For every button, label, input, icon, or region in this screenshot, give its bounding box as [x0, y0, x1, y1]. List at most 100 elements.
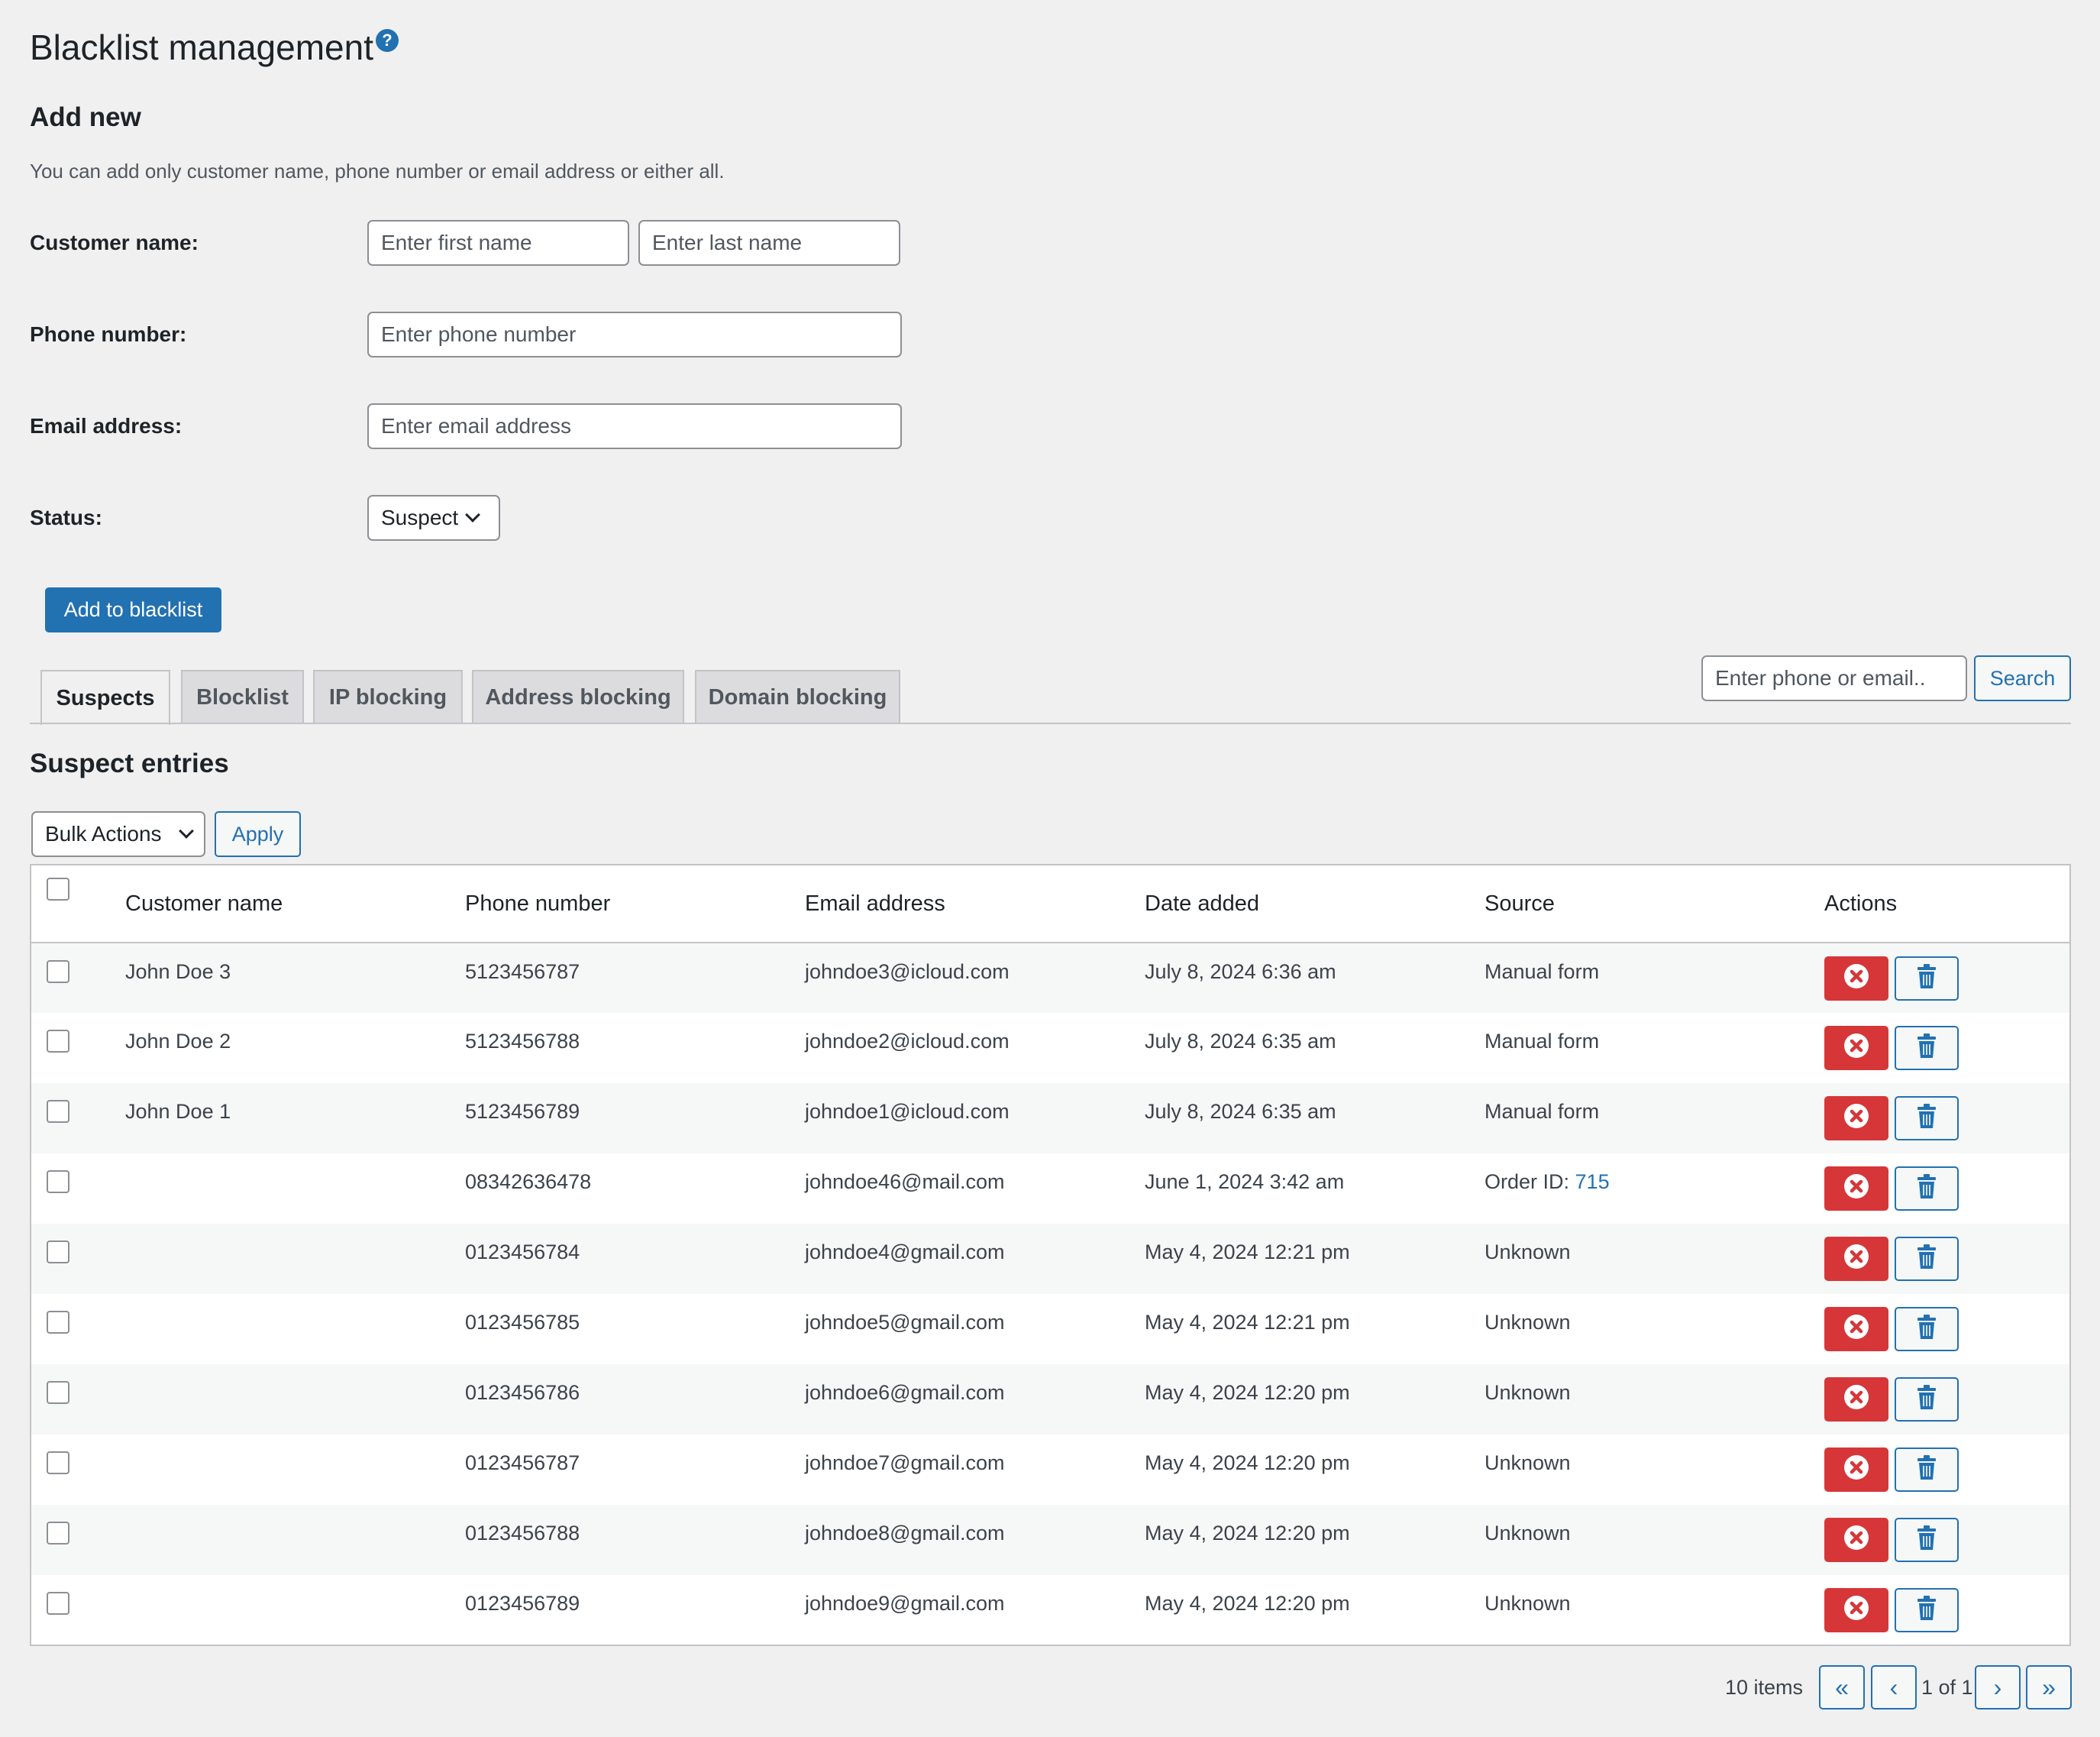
email-cell: johndoe5@gmail.com	[805, 1311, 1005, 1334]
bulk-actions-value: Bulk Actions	[45, 822, 162, 846]
phone-cell: 0123456786	[465, 1381, 580, 1404]
source-cell: Unknown	[1485, 1505, 1824, 1575]
source-text: Unknown	[1485, 1451, 1571, 1474]
date-cell: May 4, 2024 12:20 pm	[1145, 1592, 1350, 1615]
bulk-actions-select[interactable]: Bulk Actions	[31, 811, 205, 857]
row-checkbox-cell	[31, 1435, 125, 1505]
tab-blocklist[interactable]: Blocklist	[181, 670, 304, 723]
actions-cell	[1824, 1435, 2070, 1505]
email-input[interactable]	[367, 403, 902, 449]
select-all-checkbox[interactable]	[47, 878, 69, 901]
suspect-entries-heading: Suspect entries	[30, 749, 229, 778]
remove-button[interactable]	[1824, 1166, 1888, 1211]
status-select-value: Suspect	[381, 506, 459, 529]
first-page-button[interactable]: «	[1819, 1665, 1865, 1710]
remove-button[interactable]	[1824, 1377, 1888, 1422]
remove-button[interactable]	[1824, 1096, 1888, 1140]
trash-icon	[1915, 1033, 1938, 1064]
close-circle-icon	[1843, 1595, 1869, 1626]
table-row: 0123456786 johndoe6@gmail.com May 4, 202…	[31, 1364, 2070, 1435]
close-circle-icon	[1843, 1173, 1869, 1205]
column-header: Customer name	[125, 865, 465, 943]
source-cell: Manual form	[1485, 943, 1824, 1013]
row-checkbox[interactable]	[47, 1240, 69, 1263]
tab-address-blocking[interactable]: Address blocking	[472, 670, 684, 723]
close-circle-icon	[1843, 1384, 1869, 1415]
add-new-description: You can add only customer name, phone nu…	[30, 160, 725, 183]
phone-cell: 0123456785	[465, 1311, 580, 1334]
date-cell: June 1, 2024 3:42 am	[1145, 1170, 1345, 1193]
table-row: John Doe 3 5123456787 johndoe3@icloud.co…	[31, 943, 2070, 1013]
delete-button[interactable]	[1895, 1588, 1959, 1632]
actions-cell	[1824, 1294, 2070, 1364]
phone-input[interactable]	[367, 312, 902, 357]
delete-button[interactable]	[1895, 1518, 1959, 1562]
status-select[interactable]: Suspect	[367, 495, 500, 541]
close-circle-icon	[1843, 1103, 1869, 1134]
email-cell: johndoe9@gmail.com	[805, 1592, 1005, 1615]
email-cell: johndoe2@icloud.com	[805, 1030, 1010, 1053]
remove-button[interactable]	[1824, 1307, 1888, 1351]
first-name-input[interactable]	[367, 220, 629, 266]
trash-icon	[1915, 1525, 1938, 1556]
customer-name-cell	[125, 1364, 465, 1435]
delete-button[interactable]	[1895, 1377, 1959, 1422]
search-button[interactable]: Search	[1974, 655, 2071, 701]
order-link[interactable]: 715	[1575, 1170, 1610, 1193]
row-checkbox-cell	[31, 1224, 125, 1294]
delete-button[interactable]	[1895, 1448, 1959, 1492]
date-cell: May 4, 2024 12:20 pm	[1145, 1381, 1350, 1404]
source-text: Manual form	[1485, 960, 1600, 983]
date-cell: July 8, 2024 6:35 am	[1145, 1030, 1336, 1053]
remove-button[interactable]	[1824, 1588, 1888, 1632]
close-circle-icon	[1843, 1314, 1869, 1345]
delete-button[interactable]	[1895, 956, 1959, 1001]
remove-button[interactable]	[1824, 1518, 1888, 1562]
phone-cell: 08342636478	[465, 1170, 592, 1193]
remove-button[interactable]	[1824, 1448, 1888, 1492]
row-checkbox[interactable]	[47, 1170, 69, 1193]
tab-suspects[interactable]: Suspects	[40, 670, 170, 725]
delete-button[interactable]	[1895, 1307, 1959, 1351]
row-checkbox[interactable]	[47, 1381, 69, 1404]
delete-button[interactable]	[1895, 1096, 1959, 1140]
row-checkbox[interactable]	[47, 1592, 69, 1615]
phone-label: Phone number:	[30, 322, 187, 346]
remove-button[interactable]	[1824, 1237, 1888, 1281]
row-checkbox[interactable]	[47, 1030, 69, 1053]
tab-domain-blocking[interactable]: Domain blocking	[695, 670, 900, 723]
remove-button[interactable]	[1824, 956, 1888, 1001]
column-header: Actions	[1824, 865, 2070, 943]
source-text: Unknown	[1485, 1592, 1571, 1615]
row-checkbox[interactable]	[47, 1100, 69, 1123]
email-cell: johndoe8@gmail.com	[805, 1522, 1005, 1545]
tab-ip-blocking[interactable]: IP blocking	[313, 670, 463, 723]
trash-icon	[1915, 1454, 1938, 1486]
row-checkbox[interactable]	[47, 1451, 69, 1474]
column-header: Source	[1485, 865, 1824, 943]
customer-name-cell	[125, 1224, 465, 1294]
table-row: 0123456789 johndoe9@gmail.com May 4, 202…	[31, 1575, 2070, 1645]
search-input[interactable]	[1701, 655, 1967, 701]
phone-cell: 0123456787	[465, 1451, 580, 1474]
remove-button[interactable]	[1824, 1026, 1888, 1070]
email-cell: johndoe4@gmail.com	[805, 1240, 1005, 1263]
apply-button[interactable]: Apply	[215, 811, 301, 857]
delete-button[interactable]	[1895, 1026, 1959, 1070]
row-checkbox[interactable]	[47, 960, 69, 983]
trash-icon	[1915, 1244, 1938, 1275]
delete-button[interactable]	[1895, 1166, 1959, 1211]
next-page-button[interactable]: ›	[1975, 1665, 2021, 1710]
row-checkbox-cell	[31, 1364, 125, 1435]
row-checkbox[interactable]	[47, 1311, 69, 1334]
items-count: 10 items	[1725, 1676, 1804, 1699]
table-row: 0123456785 johndoe5@gmail.com May 4, 202…	[31, 1294, 2070, 1364]
last-name-input[interactable]	[638, 220, 900, 266]
close-circle-icon	[1843, 963, 1869, 995]
prev-page-button[interactable]: ‹	[1871, 1665, 1917, 1710]
row-checkbox[interactable]	[47, 1522, 69, 1545]
delete-button[interactable]	[1895, 1237, 1959, 1281]
add-to-blacklist-button[interactable]: Add to blacklist	[45, 587, 221, 632]
last-page-button[interactable]: »	[2026, 1665, 2072, 1710]
help-icon[interactable]: ?	[376, 29, 399, 52]
